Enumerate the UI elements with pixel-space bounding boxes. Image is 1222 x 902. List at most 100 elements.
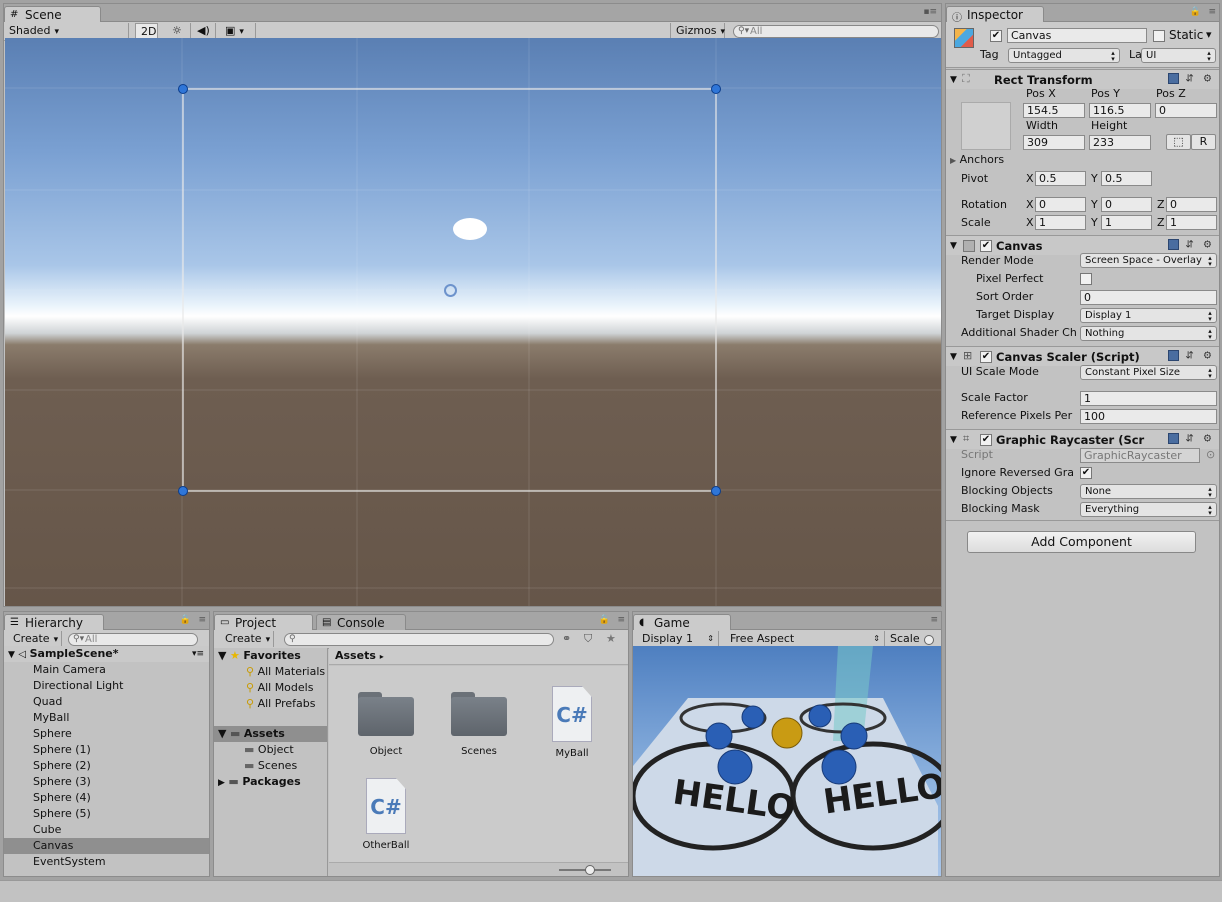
static-checkbox[interactable]	[1153, 30, 1165, 42]
scene-menu-icon[interactable]: ▾≡	[192, 646, 204, 662]
add-component-button[interactable]: Add Component	[967, 531, 1196, 553]
hierarchy-item[interactable]: Quad	[4, 694, 209, 710]
component-actions[interactable]: ⇵ ⚙	[1168, 239, 1215, 251]
rect-handle-bottom-left[interactable]	[178, 486, 188, 496]
width-field[interactable]: 309	[1023, 135, 1085, 150]
assets-row[interactable]: ▼ ▬ Assets	[214, 726, 327, 742]
rect-handle-top-left[interactable]	[178, 84, 188, 94]
blueprint-mode-button[interactable]: ⬚	[1166, 134, 1191, 150]
foldout-arrow-icon[interactable]: ▼	[950, 349, 957, 365]
scale-z-field[interactable]: 1	[1166, 215, 1217, 230]
tab-game[interactable]: ◖ Game	[633, 614, 731, 631]
tag-dropdown[interactable]: Untagged	[1008, 48, 1120, 63]
object-picker-icon[interactable]: ⊙	[1206, 447, 1215, 463]
lock-icon[interactable]: 🔒	[1190, 7, 1201, 17]
asset-item[interactable]: C# OtherBall	[354, 778, 418, 858]
anchors-foldout[interactable]: ▶ Anchors	[950, 152, 1004, 169]
gizmos-dropdown[interactable]: Gizmos	[670, 23, 725, 39]
lighting-toggle[interactable]: ☼	[167, 23, 191, 39]
hierarchy-search-input[interactable]: ⚲▾ All	[68, 633, 198, 646]
static-dropdown-icon[interactable]: ▾	[1206, 27, 1212, 43]
asset-item[interactable]: Scenes	[447, 686, 511, 766]
foldout-arrow-icon[interactable]: ▼	[8, 650, 15, 660]
panel-menu-icon[interactable]: ≡	[617, 615, 625, 625]
sort-order-field[interactable]: 0	[1080, 290, 1217, 305]
graphic-raycaster-header[interactable]: ▼ ⌗ ✔ Graphic Raycaster (Scr ⇵ ⚙	[946, 429, 1219, 449]
foldout-arrow-icon[interactable]: ▼	[950, 238, 957, 254]
component-actions[interactable]: ⇵ ⚙	[1168, 433, 1215, 445]
blocking-mask-dropdown[interactable]: Everything	[1080, 502, 1217, 517]
hierarchy-item[interactable]: Sphere (5)	[4, 806, 209, 822]
component-actions[interactable]: ⇵ ⚙	[1168, 350, 1215, 362]
tab-hierarchy[interactable]: ☰ Hierarchy	[4, 614, 104, 631]
shader-channels-dropdown[interactable]: Nothing	[1080, 326, 1217, 341]
tab-project[interactable]: ▭ Project	[214, 614, 313, 631]
2d-toggle[interactable]: 2D	[135, 23, 158, 39]
fav-all-models[interactable]: ⚲ All Models	[246, 680, 313, 696]
canvas-component-header[interactable]: ▼ ✔ Canvas ⇵ ⚙	[946, 235, 1219, 255]
hierarchy-item[interactable]: Main Camera	[4, 662, 209, 678]
hierarchy-item[interactable]: Sphere	[4, 726, 209, 742]
scale-x-field[interactable]: 1	[1035, 215, 1086, 230]
hierarchy-item[interactable]: EventSystem	[4, 854, 209, 870]
pos-y-field[interactable]: 116.5	[1089, 103, 1151, 118]
shading-dropdown[interactable]: Shaded	[4, 23, 129, 39]
pos-z-field[interactable]: 0	[1155, 103, 1217, 118]
blocking-objects-dropdown[interactable]: None	[1080, 484, 1217, 499]
game-viewport[interactable]: HELLO HELLO	[633, 646, 941, 876]
foldout-arrow-icon[interactable]: ▼	[950, 72, 957, 88]
lock-icon[interactable]: 🔒	[599, 615, 610, 625]
help-icon[interactable]	[1168, 73, 1180, 84]
fav-all-materials[interactable]: ⚲ All Materials	[246, 664, 325, 680]
hierarchy-item[interactable]: MyBall	[4, 710, 209, 726]
favorites-row[interactable]: ▼ ★ Favorites	[218, 648, 301, 664]
rect-handle-top-right[interactable]	[711, 84, 721, 94]
panel-menu-icon[interactable]: ▪≡	[923, 7, 937, 17]
fav-all-prefabs[interactable]: ⚲ All Prefabs	[246, 696, 316, 712]
layer-dropdown[interactable]: UI	[1141, 48, 1216, 63]
help-icon[interactable]	[1168, 239, 1180, 250]
reference-pixels-field[interactable]: 100	[1080, 409, 1217, 424]
hierarchy-create-dropdown[interactable]: Create	[8, 631, 62, 647]
favorite-star-icon[interactable]: ★	[606, 631, 616, 647]
icon-size-slider[interactable]	[559, 865, 611, 875]
lock-icon[interactable]: 🔒	[180, 615, 191, 625]
rect-handle-bottom-right[interactable]	[711, 486, 721, 496]
audio-toggle[interactable]: ◀)	[192, 23, 216, 39]
foldout-arrow-icon[interactable]: ▼	[950, 432, 957, 448]
canvas-scaler-header[interactable]: ▼ ⊞ ✔ Canvas Scaler (Script) ⇵ ⚙	[946, 346, 1219, 366]
scale-y-field[interactable]: 1	[1101, 215, 1152, 230]
hierarchy-item[interactable]: Sphere (4)	[4, 790, 209, 806]
tab-inspector[interactable]: ⓘ Inspector	[946, 6, 1044, 24]
rot-z-field[interactable]: 0	[1166, 197, 1217, 212]
scene-search-input[interactable]: ⚲▾ All	[733, 25, 939, 38]
anchor-preset-box[interactable]	[961, 102, 1011, 150]
tab-scene[interactable]: # Scene	[4, 6, 101, 23]
pos-x-field[interactable]: 154.5	[1023, 103, 1085, 118]
hierarchy-item[interactable]: Sphere (1)	[4, 742, 209, 758]
render-mode-dropdown[interactable]: Screen Space - Overlay	[1080, 253, 1217, 268]
effects-dropdown[interactable]: ▣	[220, 23, 256, 39]
scale-factor-field[interactable]: 1	[1080, 391, 1217, 406]
aspect-dropdown[interactable]: Free Aspect ⇕	[725, 631, 885, 647]
hierarchy-item[interactable]: Cube	[4, 822, 209, 838]
hierarchy-item[interactable]: Sphere (3)	[4, 774, 209, 790]
object-name-field[interactable]: Canvas	[1007, 28, 1147, 43]
active-checkbox[interactable]: ✔	[990, 30, 1002, 42]
panel-menu-icon[interactable]: ≡	[198, 615, 206, 625]
breadcrumb-assets[interactable]: Assets ▸	[335, 648, 384, 665]
filter-by-label-icon[interactable]: ⛉	[584, 631, 592, 647]
display-dropdown[interactable]: Display 1 ⇕	[637, 631, 719, 647]
canvas-scaler-enabled-checkbox[interactable]: ✔	[980, 351, 992, 363]
raycaster-enabled-checkbox[interactable]: ✔	[980, 434, 992, 446]
panel-menu-icon[interactable]: ≡	[1208, 7, 1216, 17]
pivot-handle[interactable]	[444, 284, 457, 297]
height-field[interactable]: 233	[1089, 135, 1151, 150]
hierarchy-item[interactable]: Canvas	[4, 838, 209, 854]
hierarchy-item[interactable]: Directional Light	[4, 678, 209, 694]
tree-scenes-folder[interactable]: ▬ Scenes	[244, 758, 297, 774]
target-display-dropdown[interactable]: Display 1	[1080, 308, 1217, 323]
tree-object-folder[interactable]: ▬ Object	[244, 742, 294, 758]
asset-item[interactable]: Object	[354, 686, 418, 766]
ignore-reversed-checkbox[interactable]: ✔	[1080, 467, 1092, 479]
